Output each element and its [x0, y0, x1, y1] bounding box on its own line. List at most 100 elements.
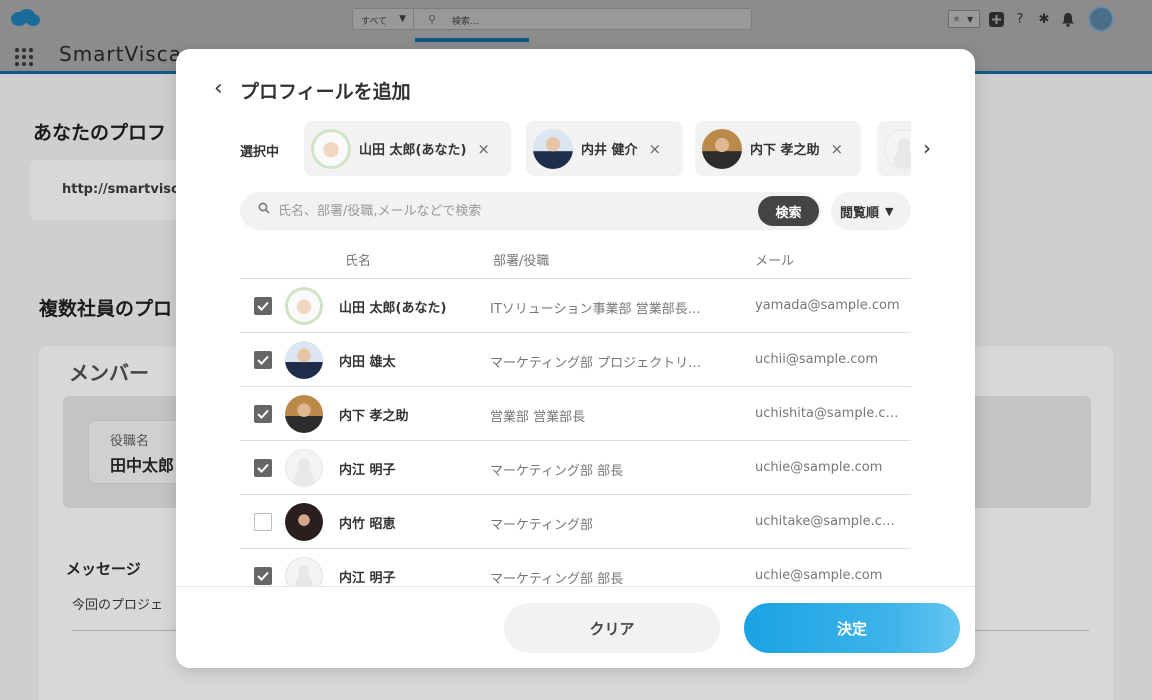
- avatar: [884, 128, 911, 169]
- avatar: [285, 557, 323, 586]
- avatar: [533, 128, 573, 169]
- members-heading: メンバー: [69, 361, 149, 385]
- member-name: 内江 明子: [339, 463, 396, 478]
- check-icon: [257, 355, 269, 365]
- search-input[interactable]: [278, 192, 748, 230]
- member-mail: uchishita@sample.c…: [755, 406, 899, 421]
- row-checkbox[interactable]: [254, 297, 272, 315]
- selected-chips: 山田 太郎(あなた) × 内井 健介 × 内下 孝之助 ×: [304, 121, 911, 176]
- selected-label: 選択中: [240, 145, 280, 160]
- chip-name: 山田 太郎(あなた): [359, 143, 467, 158]
- table-row[interactable]: 内江 明子 マーケティング部 部長 uchie@sample.com: [240, 549, 911, 586]
- search-icon: ⚲: [428, 13, 437, 26]
- member-mail: uchii@sample.com: [755, 352, 879, 367]
- message-heading: メッセージ: [66, 560, 141, 578]
- member-name: 内江 明子: [339, 571, 396, 586]
- app-launcher-icon[interactable]: [15, 48, 33, 66]
- chip-name: 内下 孝之助: [750, 143, 820, 158]
- add-profile-modal: ‹ プロフィールを追加 選択中 山田 太郎(あなた) × 内井 健介 × 内下 …: [176, 49, 975, 668]
- member-dept: マーケティング部 部長: [490, 464, 624, 479]
- app-name: SmartVisca: [59, 42, 182, 66]
- chevron-right-icon[interactable]: ›: [923, 135, 939, 161]
- member-dept: ITソリューション事業部 営業部長…: [490, 302, 701, 317]
- global-header: すべて ▼ ⚲ 検索... ★ ▼ ? ✱: [0, 0, 1152, 38]
- check-icon: [257, 301, 269, 311]
- check-icon: [257, 463, 269, 473]
- sort-select[interactable]: 閲覧順 ▼: [831, 192, 911, 230]
- row-checkbox[interactable]: [254, 459, 272, 477]
- profile-url: http://smartvisca: [62, 182, 188, 197]
- avatar: [285, 395, 323, 433]
- selected-chip: 山田 太郎(あなた) ×: [304, 121, 511, 176]
- caret-down-icon: ▼: [399, 14, 406, 24]
- selected-chip: [877, 121, 911, 176]
- selected-chip: 内井 健介 ×: [526, 121, 683, 176]
- avatar: [311, 128, 351, 169]
- help-icon[interactable]: ?: [1012, 11, 1028, 27]
- member-dept: マーケティング部 部長: [490, 572, 624, 586]
- search-button[interactable]: 検索: [758, 196, 819, 226]
- member-mail: uchitake@sample.c…: [755, 514, 895, 529]
- member-mail: uchie@sample.com: [755, 460, 883, 475]
- remove-chip-icon[interactable]: ×: [831, 140, 844, 158]
- search-icon: [258, 202, 270, 214]
- selected-chip: 内下 孝之助 ×: [695, 121, 861, 176]
- member-dept: マーケティング部 プロジェクトリ…: [490, 356, 702, 371]
- row-checkbox[interactable]: [254, 513, 272, 531]
- confirm-button[interactable]: 決定: [744, 603, 960, 653]
- table-row[interactable]: 内下 孝之助 営業部 営業部長 uchishita@sample.c…: [240, 387, 911, 441]
- remove-chip-icon[interactable]: ×: [649, 140, 662, 158]
- avatar: [285, 503, 323, 541]
- column-header-dept[interactable]: 部署/役職: [493, 250, 549, 269]
- global-search-placeholder: 検索...: [452, 17, 479, 27]
- remove-chip-icon[interactable]: ×: [477, 140, 490, 158]
- search-scope-select[interactable]: すべて ▼: [352, 8, 414, 30]
- modal-title: プロフィールを追加: [240, 81, 411, 103]
- salesforce-logo-icon[interactable]: [10, 8, 40, 28]
- avatar: [702, 128, 742, 169]
- sort-label: 閲覧順: [840, 205, 880, 221]
- check-icon: [257, 409, 269, 419]
- member-list: 山田 太郎(あなた) ITソリューション事業部 営業部長… yamada@sam…: [240, 279, 911, 586]
- table-row[interactable]: 内江 明子 マーケティング部 部長 uchie@sample.com: [240, 441, 911, 495]
- caret-down-icon: ▼: [966, 14, 974, 24]
- chip-name: 内井 健介: [581, 143, 638, 158]
- member-search: [240, 192, 821, 230]
- message-text: 今回のプロジェ: [72, 598, 164, 613]
- global-search-input[interactable]: ⚲ 検索...: [414, 8, 752, 30]
- job-title-value: 田中太郎: [110, 456, 175, 475]
- search-scope-label: すべて: [361, 17, 388, 27]
- row-checkbox[interactable]: [254, 351, 272, 369]
- row-checkbox[interactable]: [254, 567, 272, 585]
- nav-active-indicator: [415, 38, 529, 42]
- job-title-label: 役職名: [110, 434, 150, 449]
- table-row[interactable]: 内竹 昭恵 マーケティング部 uchitake@sample.c…: [240, 495, 911, 549]
- member-dept: マーケティング部: [490, 518, 593, 533]
- member-name: 内田 雄太: [339, 355, 396, 370]
- row-checkbox[interactable]: [254, 405, 272, 423]
- gear-icon[interactable]: ✱: [1036, 11, 1052, 27]
- bell-icon[interactable]: [1060, 11, 1076, 27]
- column-header-mail[interactable]: メール: [755, 250, 794, 269]
- member-name: 内竹 昭恵: [339, 517, 396, 532]
- table-row[interactable]: 山田 太郎(あなた) ITソリューション事業部 営業部長… yamada@sam…: [240, 279, 911, 333]
- member-name: 内下 孝之助: [339, 409, 409, 424]
- multi-profile-heading: 複数社員のプロ: [39, 298, 173, 320]
- add-icon[interactable]: [988, 11, 1004, 27]
- member-mail: uchie@sample.com: [755, 568, 883, 583]
- avatar: [285, 341, 323, 379]
- check-icon: [257, 571, 269, 581]
- back-chevron-icon[interactable]: ‹: [214, 77, 234, 101]
- avatar: [285, 449, 323, 487]
- avatar: [285, 287, 323, 325]
- user-avatar[interactable]: [1088, 6, 1114, 32]
- table-row[interactable]: 内田 雄太 マーケティング部 プロジェクトリ… uchii@sample.com: [240, 333, 911, 387]
- column-header-name[interactable]: 氏名: [345, 250, 371, 269]
- profile-heading: あなたのプロフ: [33, 122, 167, 144]
- modal-footer: クリア 決定: [176, 586, 975, 668]
- star-icon: ★: [952, 13, 961, 25]
- favorites-button[interactable]: ★ ▼: [948, 10, 980, 28]
- clear-button[interactable]: クリア: [504, 603, 720, 653]
- member-dept: 営業部 営業部長: [490, 410, 586, 425]
- caret-down-icon: ▼: [885, 204, 894, 218]
